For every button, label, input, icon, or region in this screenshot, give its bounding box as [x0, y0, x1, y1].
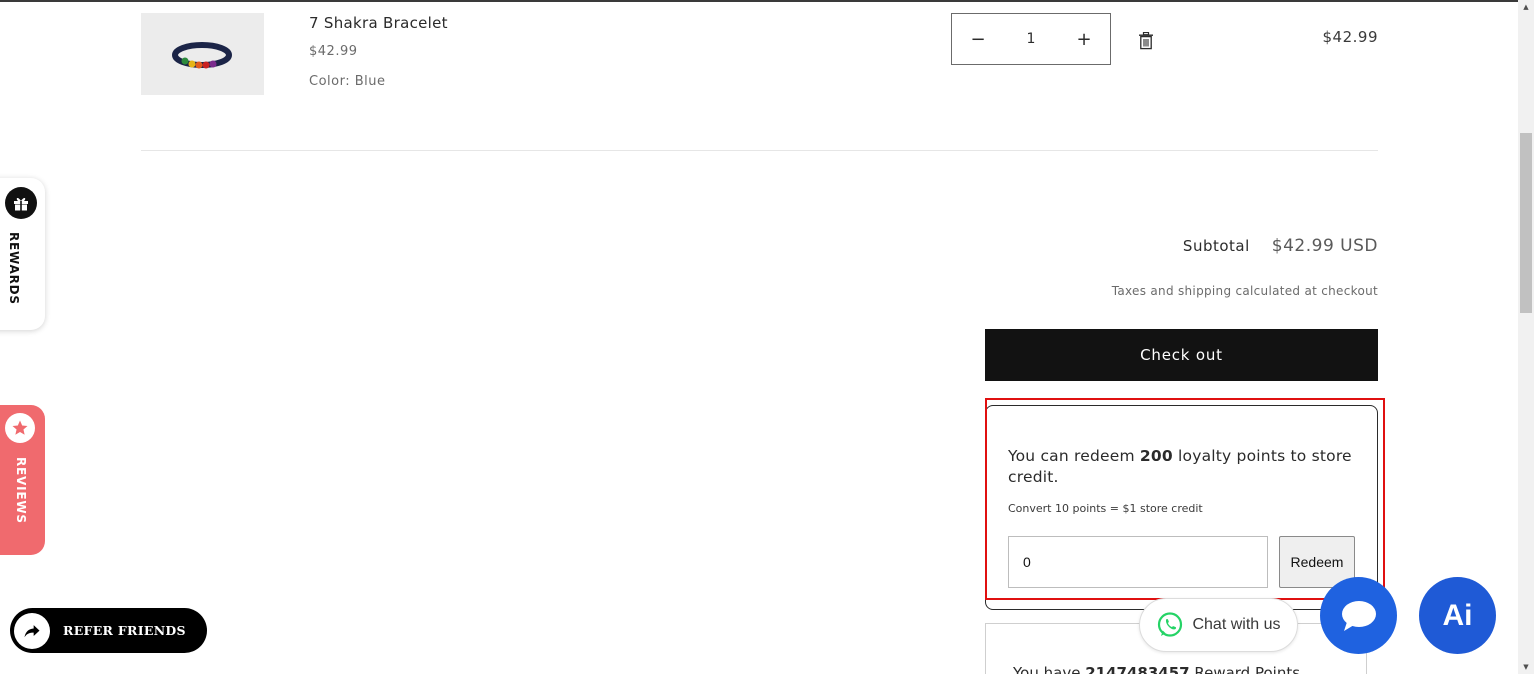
scroll-up-arrow-icon[interactable]: ▲ — [1518, 0, 1534, 14]
subtotal-value: $42.99 USD — [1271, 236, 1378, 256]
reviews-label: REVIEWS — [14, 457, 28, 524]
quantity-decrease-button[interactable]: − — [952, 14, 1004, 64]
product-unit-price: $42.99 — [309, 44, 358, 59]
top-border — [0, 0, 1518, 2]
quantity-stepper: − 1 + — [951, 13, 1111, 65]
redeem-points-input[interactable] — [1008, 536, 1268, 588]
minus-icon: − — [970, 28, 986, 50]
scroll-down-arrow-icon[interactable]: ▼ — [1518, 660, 1534, 674]
gift-icon — [5, 187, 37, 219]
scrollbar-thumb[interactable] — [1520, 133, 1532, 313]
page-scrollbar[interactable] — [1518, 0, 1534, 674]
tax-note: Taxes and shipping calculated at checkou… — [1111, 284, 1378, 298]
subtotal-row: Subtotal $42.99 USD — [1183, 236, 1378, 256]
refer-friends-button[interactable]: REFER FRIENDS — [10, 608, 207, 653]
quantity-increase-button[interactable]: + — [1058, 14, 1110, 64]
share-arrow-icon — [14, 612, 50, 649]
product-variant: Color: Blue — [309, 74, 386, 89]
ai-assistant-button[interactable]: Ai — [1419, 577, 1496, 654]
remove-item-button[interactable] — [1138, 31, 1154, 50]
chat-with-us-label: Chat with us — [1192, 616, 1281, 633]
whatsapp-chat-button[interactable]: Chat with us — [1139, 598, 1298, 652]
plus-icon: + — [1076, 28, 1092, 50]
line-item-total: $42.99 — [1322, 28, 1378, 46]
chat-bubble-icon — [1341, 600, 1376, 631]
cart-divider — [141, 150, 1378, 151]
redeemable-points: 200 — [1139, 447, 1173, 465]
refer-friends-label: REFER FRIENDS — [63, 623, 186, 638]
whatsapp-icon — [1158, 612, 1183, 637]
product-name[interactable]: 7 Shakra Bracelet — [309, 14, 448, 32]
star-icon — [5, 413, 35, 443]
messenger-chat-button[interactable] — [1320, 577, 1397, 654]
reward-points-balance: You have 2147483457 Reward Points — [1013, 664, 1301, 674]
quantity-input[interactable]: 1 — [1004, 31, 1058, 47]
product-image[interactable] — [141, 13, 264, 95]
ai-label: Ai — [1442, 598, 1473, 632]
redeem-message: You can redeem 200 loyalty points to sto… — [1008, 447, 1352, 486]
bracelet-image — [141, 13, 264, 95]
rewards-label: REWARDS — [7, 232, 21, 305]
trash-icon — [1139, 31, 1153, 50]
checkout-button[interactable]: Check out — [985, 329, 1378, 381]
conversion-note: Convert 10 points = $1 store credit — [1008, 502, 1203, 515]
subtotal-label: Subtotal — [1182, 237, 1250, 255]
